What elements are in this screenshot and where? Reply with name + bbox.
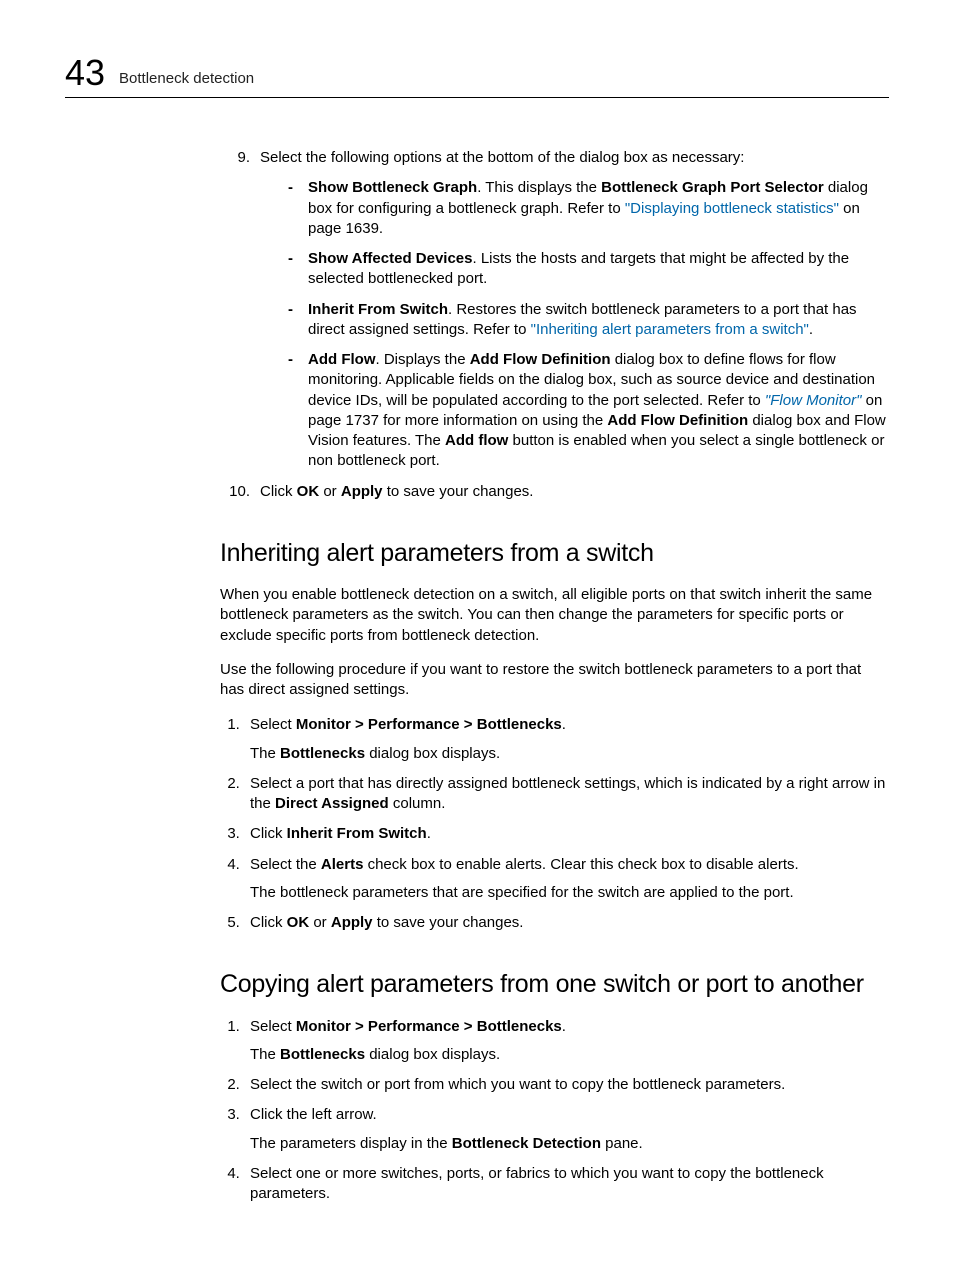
step-number: 10. — [220, 482, 260, 502]
follow-text: The parameters display in the — [250, 1135, 452, 1152]
bullet-bold: Bottleneck Graph Port Selector — [601, 179, 824, 196]
bullet-inherit-from-switch: - Inherit From Switch. Restores the swit… — [288, 300, 889, 341]
dash-icon: - — [288, 249, 308, 290]
follow-text: dialog box displays. — [365, 1046, 500, 1063]
follow-text: dialog box displays. — [365, 745, 500, 762]
follow-bold: Bottlenecks — [280, 745, 365, 762]
step-text: or — [309, 914, 331, 931]
heading-copying-alert-parameters: Copying alert parameters from one switch… — [220, 969, 889, 1000]
paragraph: When you enable bottleneck detection on … — [220, 585, 889, 646]
follow-text: The bottleneck parameters that are speci… — [250, 883, 889, 903]
step-bold: Alerts — [321, 856, 364, 873]
step-text: . — [562, 1018, 566, 1035]
step-text: Click — [250, 825, 287, 842]
step-bold: Inherit From Switch — [287, 825, 427, 842]
step-text: to save your changes. — [383, 483, 534, 500]
list-item: Select Monitor > Performance > Bottlenec… — [244, 1017, 889, 1066]
list-item: Click OK or Apply to save your changes. — [244, 913, 889, 933]
paragraph: Use the following procedure if you want … — [220, 660, 889, 701]
link-displaying-bottleneck-statistics[interactable]: "Displaying bottleneck statistics" — [625, 200, 839, 217]
dash-icon: - — [288, 178, 308, 239]
bullet-lead: Inherit From Switch — [308, 301, 448, 318]
step-bold: Monitor > Performance > Bottlenecks — [296, 1018, 562, 1035]
procedure-list: Select Monitor > Performance > Bottlenec… — [220, 715, 889, 933]
dash-icon: - — [288, 300, 308, 341]
link-inheriting-alert-parameters[interactable]: "Inheriting alert parameters from a swit… — [531, 321, 809, 338]
section-title: Bottleneck detection — [119, 70, 254, 87]
step-text: Click the left arrow. — [250, 1106, 377, 1123]
step-text: Select the switch or port from which you… — [250, 1076, 785, 1093]
step-text: Click — [250, 914, 287, 931]
dash-icon: - — [288, 350, 308, 472]
step-10: 10. Click OK or Apply to save your chang… — [220, 482, 889, 502]
step-bold: Apply — [341, 483, 383, 500]
link-flow-monitor[interactable]: "Flow Monitor" — [765, 392, 862, 409]
step-bold: Apply — [331, 914, 373, 931]
bullet-bold: Add flow — [445, 432, 508, 449]
step-text: Select the following options at the bott… — [260, 148, 889, 168]
list-item: Select the Alerts check box to enable al… — [244, 855, 889, 904]
step-bold: Direct Assigned — [275, 795, 389, 812]
step-text: . — [427, 825, 431, 842]
step-text: . — [562, 716, 566, 733]
step-text: Click — [260, 483, 297, 500]
bullet-text: . — [809, 321, 813, 338]
follow-text: pane. — [601, 1135, 643, 1152]
step-text: or — [319, 483, 341, 500]
page-header: 43 Bottleneck detection — [65, 55, 889, 98]
procedure-list: Select Monitor > Performance > Bottlenec… — [220, 1017, 889, 1205]
bullet-bold: Add Flow Definition — [607, 412, 748, 429]
step-bold: OK — [287, 914, 310, 931]
step-text: column. — [389, 795, 446, 812]
step-text: Select the — [250, 856, 321, 873]
heading-inheriting-alert-parameters: Inheriting alert parameters from a switc… — [220, 538, 889, 569]
page: 43 Bottleneck detection 9. Select the fo… — [0, 0, 954, 1274]
step-bold: Monitor > Performance > Bottlenecks — [296, 716, 562, 733]
follow-text: The — [250, 745, 280, 762]
sublist: - Show Bottleneck Graph. This displays t… — [288, 178, 889, 471]
list-item: Click the left arrow. The parameters dis… — [244, 1105, 889, 1154]
step-text: Select one or more switches, ports, or f… — [250, 1165, 824, 1202]
bullet-add-flow: - Add Flow. Displays the Add Flow Defini… — [288, 350, 889, 472]
bullet-text: . Displays the — [376, 351, 470, 368]
bullet-show-bottleneck-graph: - Show Bottleneck Graph. This displays t… — [288, 178, 889, 239]
step-bold: OK — [297, 483, 320, 500]
follow-bold: Bottleneck Detection — [452, 1135, 601, 1152]
step-number: 9. — [220, 148, 260, 482]
list-item: Click Inherit From Switch. — [244, 824, 889, 844]
follow-text: The — [250, 1046, 280, 1063]
bullet-lead: Show Affected Devices — [308, 250, 473, 267]
bullet-lead: Add Flow — [308, 351, 376, 368]
step-text: to save your changes. — [373, 914, 524, 931]
step-text: Select — [250, 1018, 296, 1035]
list-item: Select Monitor > Performance > Bottlenec… — [244, 715, 889, 764]
list-item: Select a port that has directly assigned… — [244, 774, 889, 815]
bullet-lead: Show Bottleneck Graph — [308, 179, 477, 196]
follow-bold: Bottlenecks — [280, 1046, 365, 1063]
list-item: Select one or more switches, ports, or f… — [244, 1164, 889, 1205]
list-item: Select the switch or port from which you… — [244, 1075, 889, 1095]
page-content: 9. Select the following options at the b… — [220, 148, 889, 1204]
bullet-show-affected-devices: - Show Affected Devices. Lists the hosts… — [288, 249, 889, 290]
chapter-number: 43 — [65, 55, 105, 91]
bullet-bold: Add Flow Definition — [470, 351, 611, 368]
step-text: check box to enable alerts. Clear this c… — [363, 856, 798, 873]
bullet-text: . This displays the — [477, 179, 601, 196]
step-9: 9. Select the following options at the b… — [220, 148, 889, 482]
step-text: Select — [250, 716, 296, 733]
